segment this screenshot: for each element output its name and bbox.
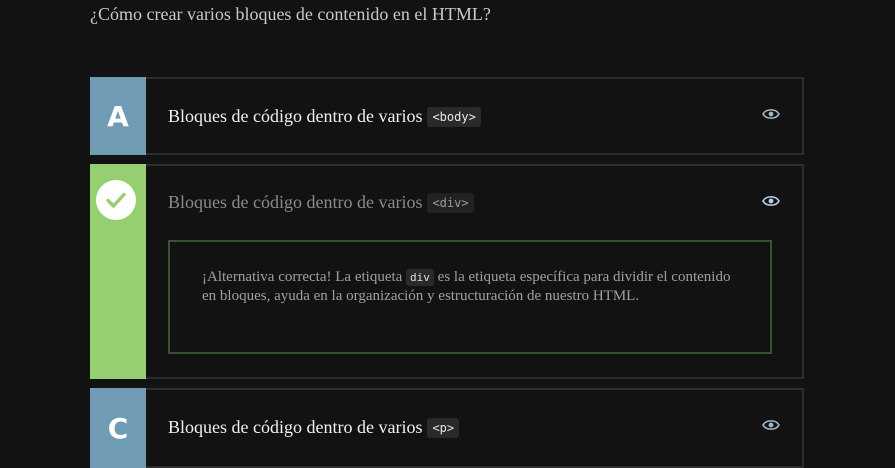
option-text: Bloques de código dentro de varios [168,417,423,437]
eye-icon[interactable] [762,107,780,121]
option-letter: A [90,77,146,155]
feedback-text: ¡Alternativa correcta! La etiqueta [202,269,403,285]
check-circle-icon [96,180,136,220]
question-title: ¿Cómo crear varios bloques de contenido … [90,4,491,24]
option-label: Bloques de código dentro de varios <div> [168,192,474,213]
option-letter-correct [90,164,146,379]
option-label: Bloques de código dentro de varios <body… [168,106,481,127]
option-c[interactable]: C Bloques de código dentro de varios <p> [90,388,804,468]
feedback-code: div [406,269,434,286]
option-label: Bloques de código dentro de varios <p> [168,417,460,438]
option-text: Bloques de código dentro de varios [168,192,423,212]
feedback-box: ¡Alternativa correcta! La etiqueta div e… [168,240,772,354]
option-a[interactable]: A Bloques de código dentro de varios <bo… [90,77,804,155]
eye-icon[interactable] [762,194,780,208]
option-code: <div> [427,192,474,213]
option-text: Bloques de código dentro de varios [168,106,423,126]
option-b[interactable]: Bloques de código dentro de varios <div>… [90,164,804,379]
eye-icon[interactable] [762,418,780,432]
option-code: <p> [427,417,460,438]
option-code: <body> [427,106,481,127]
option-letter: C [90,388,146,468]
